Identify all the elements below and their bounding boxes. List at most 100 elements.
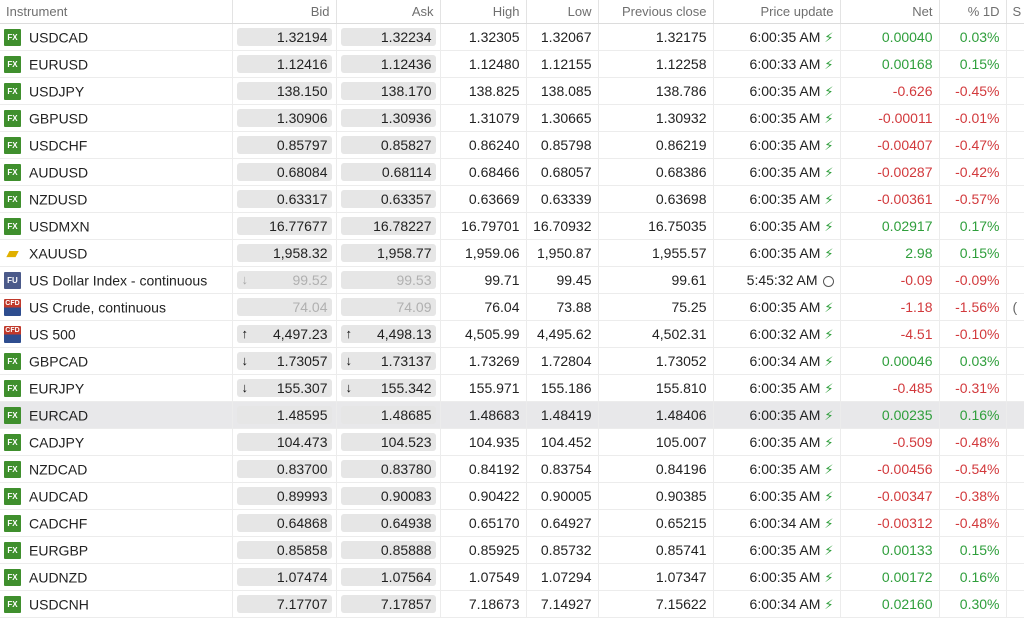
table-row[interactable]: FX NZDUSD 0.63317 0.63357 0.63669 0.63339… xyxy=(0,185,1024,213)
bid-cell[interactable]: 1.48595 xyxy=(232,401,337,429)
table-row[interactable]: FX GBPUSD 1.30906 1.30936 1.31079 1.30665… xyxy=(0,104,1024,132)
bid-price-button[interactable]: 0.89993 xyxy=(236,487,332,505)
bid-cell[interactable]: 104.473 xyxy=(232,428,337,456)
table-row[interactable]: FX AUDNZD 1.07474 1.07564 1.07549 1.07294… xyxy=(0,563,1024,591)
instrument-cell[interactable]: CFD US 500 xyxy=(0,320,233,348)
ask-price-button[interactable]: 99.53 xyxy=(340,271,436,289)
instrument-cell[interactable]: FU US Dollar Index - continuous xyxy=(0,266,233,294)
ask-price-button[interactable]: 0.85888 xyxy=(340,541,436,559)
bid-cell[interactable]: 0.63317 xyxy=(232,185,337,213)
instrument-cell[interactable]: FX CADCHF xyxy=(0,509,233,537)
bid-price-button[interactable]: ↓ 1.73057 xyxy=(236,352,332,370)
column-header-pct-1d[interactable]: % 1D xyxy=(939,0,1007,24)
column-header-low[interactable]: Low xyxy=(526,0,599,24)
table-row[interactable]: FX USDJPY 138.150 138.170 138.825 138.085… xyxy=(0,77,1024,105)
column-header-high[interactable]: High xyxy=(440,0,527,24)
bid-cell[interactable]: 1.12416 xyxy=(232,50,337,78)
ask-cell[interactable]: 1.32234 xyxy=(336,23,441,51)
ask-price-button[interactable]: 0.64938 xyxy=(340,514,436,532)
bid-cell[interactable]: ↑ 4,497.23 xyxy=(232,320,337,348)
bid-price-button[interactable]: 0.83700 xyxy=(236,460,332,478)
bid-price-button[interactable]: 0.85797 xyxy=(236,136,332,154)
table-row[interactable]: FX USDCNH 7.17707 7.17857 7.18673 7.14927… xyxy=(0,590,1024,618)
ask-cell[interactable]: 0.85827 xyxy=(336,131,441,159)
column-header-s[interactable]: S xyxy=(1006,0,1024,24)
instrument-cell[interactable]: ▰ XAUUSD xyxy=(0,239,233,267)
ask-price-button[interactable]: 0.90083 xyxy=(340,487,436,505)
bid-cell[interactable]: 0.68084 xyxy=(232,158,337,186)
instrument-cell[interactable]: FX NZDCAD xyxy=(0,455,233,483)
instrument-cell[interactable]: FX EURCAD xyxy=(0,401,233,429)
table-row[interactable]: FX EURUSD 1.12416 1.12436 1.12480 1.12155… xyxy=(0,50,1024,78)
bid-price-button[interactable]: 7.17707 xyxy=(236,595,332,613)
ask-cell[interactable]: 0.68114 xyxy=(336,158,441,186)
ask-price-button[interactable]: 1.30936 xyxy=(340,109,436,127)
ask-cell[interactable]: 99.53 xyxy=(336,266,441,294)
table-row[interactable]: FX CADCHF 0.64868 0.64938 0.65170 0.64927… xyxy=(0,509,1024,537)
bid-price-button[interactable]: 16.77677 xyxy=(236,217,332,235)
ask-price-button[interactable]: 0.85827 xyxy=(340,136,436,154)
ask-cell[interactable]: 1.30936 xyxy=(336,104,441,132)
instrument-cell[interactable]: FX USDMXN xyxy=(0,212,233,240)
table-row[interactable]: FX NZDCAD 0.83700 0.83780 0.84192 0.83754… xyxy=(0,455,1024,483)
bid-cell[interactable]: 1.32194 xyxy=(232,23,337,51)
table-row[interactable]: FX AUDCAD 0.89993 0.90083 0.90422 0.90005… xyxy=(0,482,1024,510)
bid-price-button[interactable]: 0.64868 xyxy=(236,514,332,532)
bid-cell[interactable]: 16.77677 xyxy=(232,212,337,240)
ask-price-button[interactable]: ↑ 4,498.13 xyxy=(340,325,436,343)
bid-price-button[interactable]: 0.68084 xyxy=(236,163,332,181)
ask-price-button[interactable]: 0.63357 xyxy=(340,190,436,208)
instrument-cell[interactable]: FX CADJPY xyxy=(0,428,233,456)
bid-cell[interactable]: 7.17707 xyxy=(232,590,337,618)
bid-price-button[interactable]: 1.32194 xyxy=(236,28,332,46)
table-row[interactable]: FX EURGBP 0.85858 0.85888 0.85925 0.85732… xyxy=(0,536,1024,564)
ask-price-button[interactable]: 1.07564 xyxy=(340,568,436,586)
column-header-previous-close[interactable]: Previous close xyxy=(598,0,714,24)
bid-price-button[interactable]: 1,958.32 xyxy=(236,244,332,262)
bid-cell[interactable]: 0.64868 xyxy=(232,509,337,537)
ask-price-button[interactable]: 7.17857 xyxy=(340,595,436,613)
table-row[interactable]: FX USDCHF 0.85797 0.85827 0.86240 0.85798… xyxy=(0,131,1024,159)
bid-cell[interactable]: 1.07474 xyxy=(232,563,337,591)
ask-price-button[interactable]: ↓ 155.342 xyxy=(340,379,436,397)
ask-price-button[interactable]: 1,958.77 xyxy=(340,244,436,262)
table-row[interactable]: CFD US Crude, continuous 74.04 74.09 76.0… xyxy=(0,293,1024,321)
ask-cell[interactable]: ↑ 4,498.13 xyxy=(336,320,441,348)
bid-price-button[interactable]: 1.07474 xyxy=(236,568,332,586)
bid-cell[interactable]: 74.04 xyxy=(232,293,337,321)
ask-cell[interactable]: 1.12436 xyxy=(336,50,441,78)
ask-cell[interactable]: 1.07564 xyxy=(336,563,441,591)
bid-price-button[interactable]: ↓ 99.52 xyxy=(236,271,332,289)
ask-cell[interactable]: 0.85888 xyxy=(336,536,441,564)
bid-cell[interactable]: ↓ 155.307 xyxy=(232,374,337,402)
instrument-cell[interactable]: FX GBPCAD xyxy=(0,347,233,375)
table-row[interactable]: FU US Dollar Index - continuous ↓ 99.52 99… xyxy=(0,266,1024,294)
bid-price-button[interactable]: ↑ 4,497.23 xyxy=(236,325,332,343)
bid-cell[interactable]: 0.89993 xyxy=(232,482,337,510)
bid-price-button[interactable]: 138.150 xyxy=(236,82,332,100)
table-row[interactable]: FX EURJPY ↓ 155.307 ↓ 155.342 155.971 155.1… xyxy=(0,374,1024,402)
bid-cell[interactable]: ↓ 99.52 xyxy=(232,266,337,294)
table-row[interactable]: FX CADJPY 104.473 104.523 104.935 104.452… xyxy=(0,428,1024,456)
bid-cell[interactable]: 1,958.32 xyxy=(232,239,337,267)
ask-price-button[interactable]: 16.78227 xyxy=(340,217,436,235)
ask-cell[interactable]: 138.170 xyxy=(336,77,441,105)
instrument-cell[interactable]: FX USDJPY xyxy=(0,77,233,105)
instrument-cell[interactable]: FX AUDUSD xyxy=(0,158,233,186)
bid-price-button[interactable]: 1.30906 xyxy=(236,109,332,127)
bid-price-button[interactable]: 0.85858 xyxy=(236,541,332,559)
instrument-cell[interactable]: FX NZDUSD xyxy=(0,185,233,213)
table-row[interactable]: FX GBPCAD ↓ 1.73057 ↓ 1.73137 1.73269 1.728… xyxy=(0,347,1024,375)
instrument-cell[interactable]: FX GBPUSD xyxy=(0,104,233,132)
instrument-cell[interactable]: FX AUDNZD xyxy=(0,563,233,591)
bid-price-button[interactable]: 1.48595 xyxy=(236,406,332,424)
ask-cell[interactable]: ↓ 155.342 xyxy=(336,374,441,402)
table-row[interactable]: FX EURCAD 1.48595 1.48685 1.48683 1.48419… xyxy=(0,401,1024,429)
ask-cell[interactable]: 0.90083 xyxy=(336,482,441,510)
instrument-cell[interactable]: FX EURUSD xyxy=(0,50,233,78)
bid-price-button[interactable]: 104.473 xyxy=(236,433,332,451)
ask-price-button[interactable]: 1.48685 xyxy=(340,406,436,424)
column-header-price-update[interactable]: Price update xyxy=(713,0,841,24)
ask-cell[interactable]: 0.64938 xyxy=(336,509,441,537)
ask-price-button[interactable]: 138.170 xyxy=(340,82,436,100)
